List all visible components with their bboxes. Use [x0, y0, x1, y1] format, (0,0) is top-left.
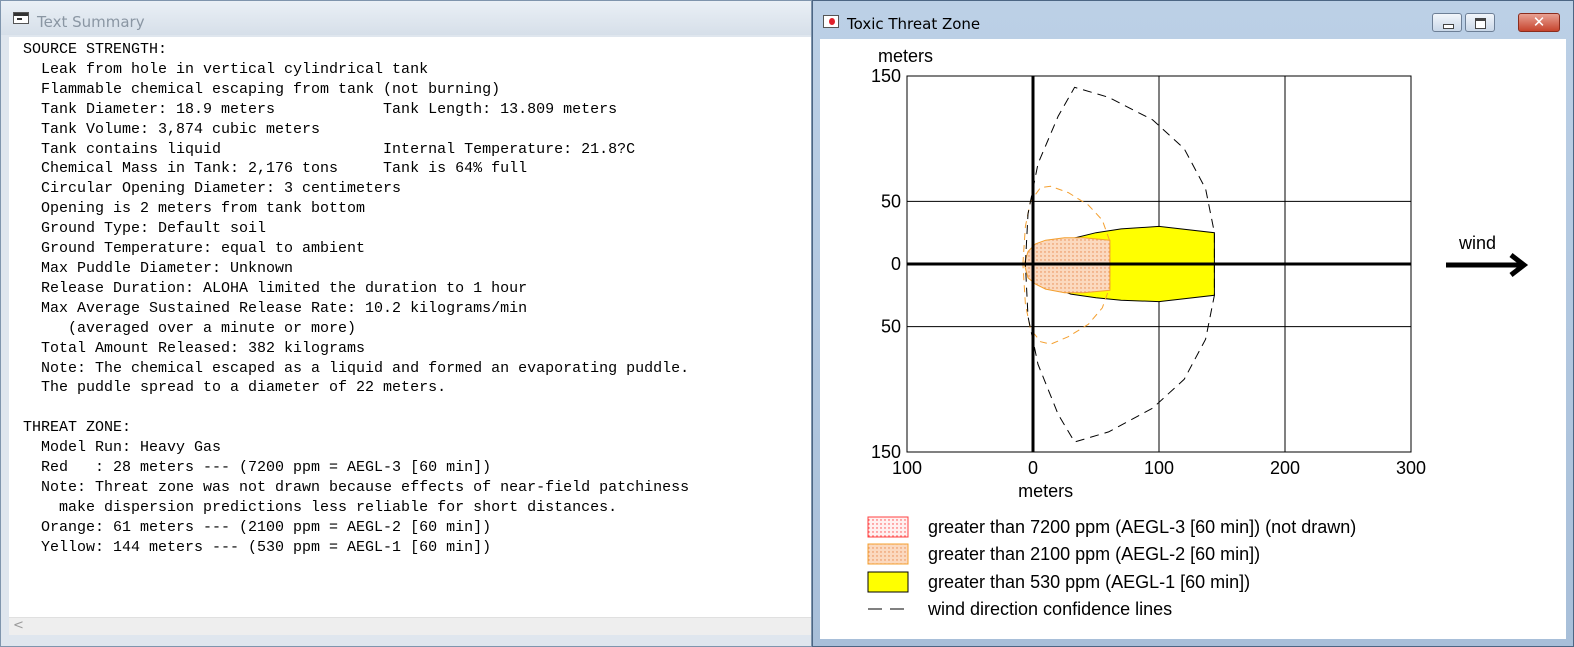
legend-label: greater than 7200 ppm (AEGL-3 [60 min]) …: [928, 517, 1356, 537]
scroll-left-arrow-icon[interactable]: <: [13, 618, 24, 633]
summary-line: Orange: 61 meters --- (2100 ppm = AEGL-2…: [23, 518, 492, 536]
legend-swatch-yellow: [867, 571, 909, 593]
threat-zone-titlebar[interactable]: Toxic Threat Zone ✕: [813, 1, 1573, 37]
summary-line: Circular Opening Diameter: 3 centimeters: [23, 180, 402, 198]
threat-zone-plot-area: 150 50 0 50 150 100 0 100 200 300 meters meters wind…: [820, 39, 1566, 639]
summary-line: Red : 28 meters --- (7200 ppm = AEGL-3 […: [23, 459, 492, 477]
y-tick-label: 50: [881, 317, 901, 337]
x-tick-label: 100: [892, 458, 922, 478]
legend-label: wind direction confidence lines: [927, 599, 1172, 619]
summary-line: Opening is 2 meters from tank bottom: [23, 200, 366, 218]
x-tick-label: 0: [1028, 458, 1038, 478]
legend-swatch-orange: [867, 543, 909, 565]
summary-line: Model Run: Heavy Gas: [23, 439, 222, 457]
summary-line: Flammable chemical escaping from tank (n…: [23, 80, 501, 98]
legend-label: greater than 2100 ppm (AEGL-2 [60 min]): [928, 544, 1260, 564]
text-summary-window: Text Summary SOURCE STRENGTH: Leak from …: [0, 0, 812, 647]
summary-line: The puddle spread to a diameter of 22 me…: [23, 379, 447, 397]
minimize-button[interactable]: [1432, 13, 1462, 32]
summary-line: Ground Temperature: equal to ambient: [23, 240, 366, 258]
horizontal-scrollbar[interactable]: <: [9, 617, 811, 635]
summary-line: Total Amount Released: 382 kilograms: [23, 339, 366, 357]
threat-zone-chart: 15050050150100 0 100 200 300metersmeterswind…: [867, 46, 1529, 619]
summary-line: Max Puddle Diameter: Unknown: [23, 259, 294, 277]
summary-line: Note: Threat zone was not drawn because …: [23, 478, 690, 496]
summary-line: Ground Type: Default soil: [23, 220, 267, 238]
summary-line: (averaged over a minute or more): [23, 319, 357, 337]
summary-line: Release Duration: ALOHA limited the dura…: [23, 279, 528, 297]
summary-line: Tank Volume: 3,874 cubic meters: [23, 120, 321, 138]
y-tick-label: 50: [881, 191, 901, 211]
legend-label: greater than 530 ppm (AEGL-1 [60 min]): [928, 572, 1250, 592]
close-icon: ✕: [1532, 13, 1546, 31]
summary-line: Note: The chemical escaped as a liquid a…: [23, 359, 690, 377]
x-tick-label: 200: [1270, 458, 1300, 478]
text-summary-titlebar[interactable]: Text Summary: [1, 1, 811, 35]
wind-label: wind: [1458, 233, 1496, 253]
threat-window-title: Toxic Threat Zone: [847, 15, 981, 33]
summary-line: Leak from hole in vertical cylindrical t…: [23, 60, 429, 78]
summary-text: SOURCE STRENGTH: Leak from hole in verti…: [9, 37, 811, 558]
y-tick-label: 0: [891, 254, 901, 274]
y-axis-label: meters: [878, 46, 933, 66]
x-tick-label: 100: [1144, 458, 1174, 478]
legend-swatch-red: [867, 516, 909, 538]
summary-text-area[interactable]: SOURCE STRENGTH: Leak from hole in verti…: [9, 37, 811, 617]
y-tick-label: 150: [871, 66, 901, 86]
summary-line: Tank Diameter: 18.9 meters Tank Length: …: [23, 100, 618, 118]
maximize-button[interactable]: [1465, 13, 1495, 32]
window-title: Text Summary: [37, 13, 145, 31]
x-axis-label: meters: [1018, 481, 1073, 501]
summary-line: make dispersion predictions less reliabl…: [23, 498, 618, 516]
window-app-icon[interactable]: [13, 12, 29, 24]
summary-line: Max Average Sustained Release Rate: 10.2…: [23, 299, 528, 317]
summary-line: Chemical Mass in Tank: 2,176 tons Tank i…: [23, 160, 528, 178]
x-tick-label: 300: [1396, 458, 1426, 478]
threat-window-app-icon[interactable]: [823, 15, 839, 28]
summary-line: Yellow: 144 meters --- (530 ppm = AEGL-1…: [23, 538, 492, 556]
summary-line: Tank contains liquid Internal Temperatur…: [23, 140, 636, 158]
summary-line: SOURCE STRENGTH:: [23, 41, 168, 58]
close-button[interactable]: ✕: [1518, 13, 1560, 32]
summary-line: THREAT ZONE:: [23, 419, 132, 437]
toxic-threat-zone-window: Toxic Threat Zone ✕ 150 50 0 50 150 100 0 100 20…: [812, 0, 1574, 647]
